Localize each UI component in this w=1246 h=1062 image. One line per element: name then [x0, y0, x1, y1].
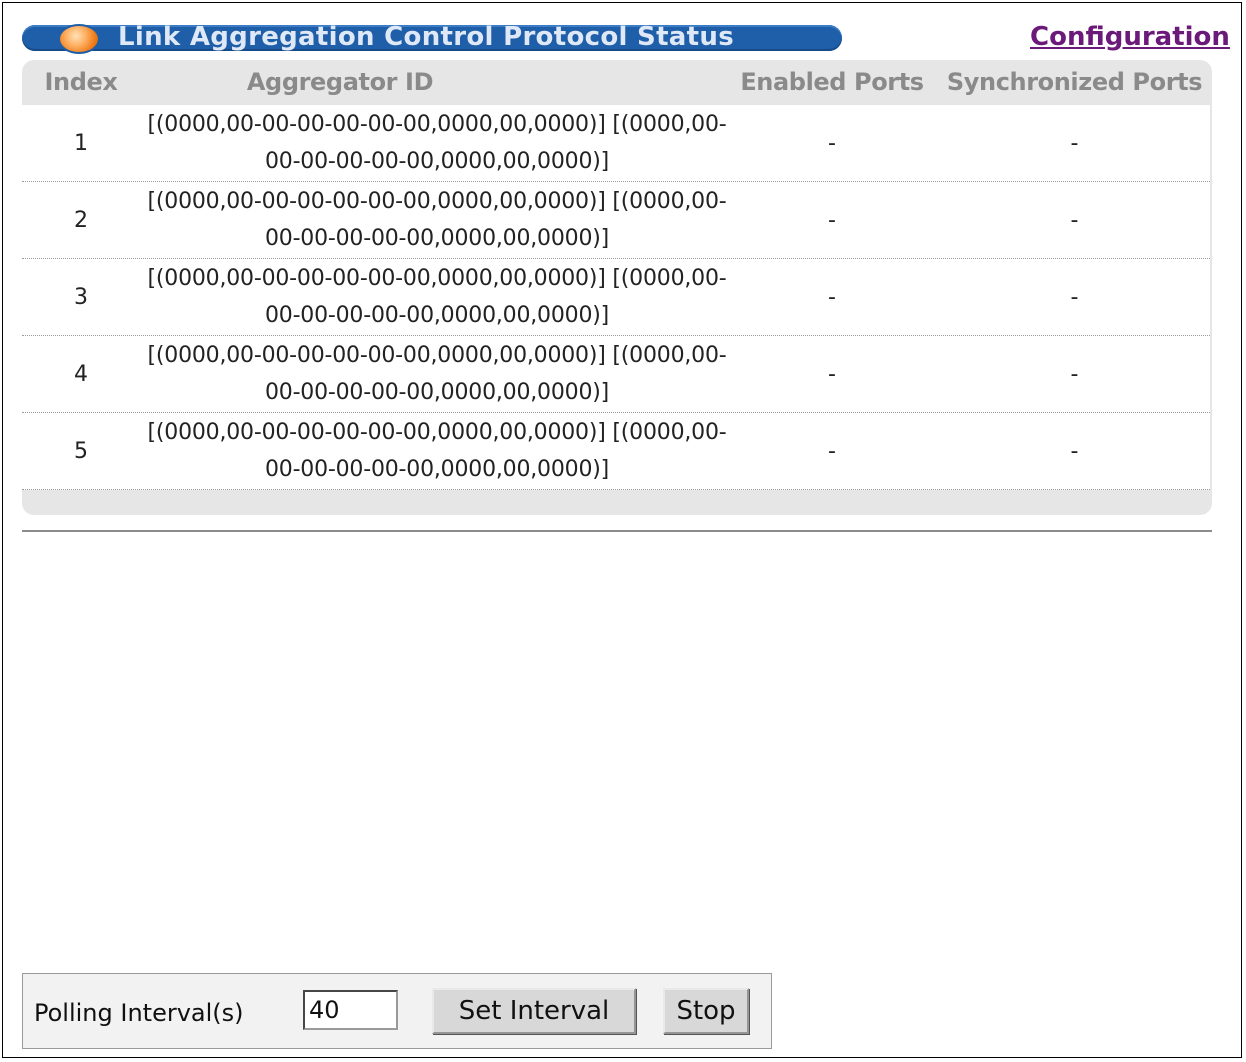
- row-synchronized-ports: -: [1070, 284, 1079, 310]
- row-enabled-ports: -: [828, 361, 836, 387]
- configuration-link[interactable]: Configuration: [1030, 22, 1230, 52]
- table-header: Index Aggregator ID Enabled Ports Synchr…: [22, 60, 1212, 105]
- row-synchronized-ports: -: [1070, 130, 1079, 156]
- row-synchronized-ports: -: [1070, 361, 1079, 387]
- row-index: 4: [74, 361, 88, 387]
- row-aggregator-id: [(0000,00-00-00-00-00-00,0000,00,0000)] …: [147, 112, 727, 174]
- row-synchronized-ports: -: [1070, 438, 1079, 464]
- table-row: 1 [(0000,00-00-00-00-00-00,0000,00,0000)…: [22, 105, 1210, 182]
- column-header-synchronized-ports: Synchronized Ports: [946, 68, 1203, 96]
- row-index: 2: [74, 207, 88, 233]
- column-header-enabled-ports: Enabled Ports: [740, 68, 924, 96]
- stop-button[interactable]: Stop: [663, 988, 749, 1034]
- page-title: Link Aggregation Control Protocol Status: [118, 22, 734, 52]
- row-index: 1: [74, 130, 88, 156]
- row-aggregator-id: [(0000,00-00-00-00-00-00,0000,00,0000)] …: [147, 343, 727, 405]
- row-aggregator-id: [(0000,00-00-00-00-00-00,0000,00,0000)] …: [147, 189, 727, 251]
- row-synchronized-ports: -: [1070, 207, 1079, 233]
- row-index: 5: [74, 438, 88, 464]
- orb-icon: [58, 24, 100, 54]
- row-index: 3: [74, 284, 88, 310]
- section-divider: [22, 530, 1212, 532]
- row-enabled-ports: -: [828, 130, 836, 156]
- table-row: 5 [(0000,00-00-00-00-00-00,0000,00,0000)…: [22, 413, 1210, 490]
- set-interval-button[interactable]: Set Interval: [432, 988, 636, 1034]
- row-aggregator-id: [(0000,00-00-00-00-00-00,0000,00,0000)] …: [147, 420, 727, 482]
- table-row: 2 [(0000,00-00-00-00-00-00,0000,00,0000)…: [22, 182, 1210, 259]
- row-enabled-ports: -: [828, 284, 836, 310]
- table-row: 3 [(0000,00-00-00-00-00-00,0000,00,0000)…: [22, 259, 1210, 336]
- column-header-aggregator-id: Aggregator ID: [246, 68, 434, 96]
- row-enabled-ports: -: [828, 207, 836, 233]
- column-header-index: Index: [44, 68, 118, 96]
- polling-interval-label: Polling Interval(s): [34, 999, 244, 1027]
- row-enabled-ports: -: [828, 438, 836, 464]
- polling-interval-input[interactable]: [303, 990, 398, 1030]
- table-row: 4 [(0000,00-00-00-00-00-00,0000,00,0000)…: [22, 336, 1210, 413]
- row-aggregator-id: [(0000,00-00-00-00-00-00,0000,00,0000)] …: [147, 266, 727, 328]
